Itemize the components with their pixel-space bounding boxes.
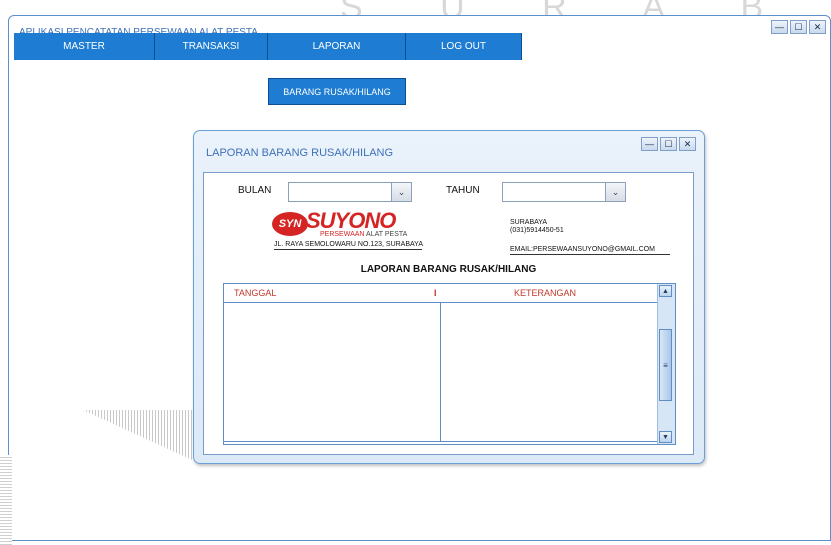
column-header-tanggal[interactable]: TANGGAL: [234, 288, 276, 298]
minimize-icon[interactable]: —: [771, 20, 788, 34]
year-label: TAHUN: [446, 185, 480, 196]
menu-item-transaksi[interactable]: TRANSAKSI: [155, 33, 268, 60]
menu-bar: MASTER TRANSAKSI LAPORAN LOG OUT: [14, 33, 522, 60]
menu-item-laporan[interactable]: LAPORAN: [268, 33, 406, 60]
report-heading: LAPORAN BARANG RUSAK/HILANG: [360, 264, 537, 275]
scroll-up-icon[interactable]: ▲: [659, 285, 672, 297]
menu-item-master[interactable]: MASTER: [14, 33, 155, 60]
tagline-accent: PERSEWAAN: [320, 231, 365, 238]
report-content: BULAN ⌄ TAHUN ⌄ SYN SUYONO PERSEWAAN ALA…: [203, 172, 694, 455]
scroll-down-icon[interactable]: ▼: [659, 431, 672, 443]
report-window-title: LAPORAN BARANG RUSAK/HILANG: [206, 147, 394, 159]
decorative-shadow: [0, 455, 12, 545]
logo-badge: SYN: [272, 212, 308, 236]
company-tagline: PERSEWAAN ALAT PESTA: [320, 231, 407, 238]
report-window-controls: — ☐ ✕: [641, 137, 696, 151]
main-window-controls: — ☐ ✕: [771, 20, 826, 34]
column-separator: I: [434, 288, 437, 298]
month-select[interactable]: ⌄: [288, 182, 412, 202]
close-icon[interactable]: ✕: [809, 20, 826, 34]
report-window: LAPORAN BARANG RUSAK/HILANG — ☐ ✕ BULAN …: [193, 130, 705, 464]
chevron-down-icon[interactable]: ⌄: [391, 183, 411, 201]
tagline-rest: ALAT PESTA: [366, 231, 408, 238]
year-select[interactable]: ⌄: [502, 182, 626, 202]
column-divider: [440, 302, 441, 442]
scrollbar-thumb[interactable]: ≡: [659, 329, 672, 401]
table-header: TANGGAL I KETERANGAN: [224, 284, 658, 303]
minimize-icon[interactable]: —: [641, 137, 658, 151]
report-table[interactable]: TANGGAL I KETERANGAN ▲ ≡ ▼: [223, 283, 676, 445]
maximize-icon[interactable]: ☐: [790, 20, 807, 34]
column-header-keterangan[interactable]: KETERANGAN: [514, 288, 576, 298]
submenu-item-barang-rusak-hilang[interactable]: BARANG RUSAK/HILANG: [268, 78, 406, 105]
company-phone: (031)5914450-51: [510, 227, 564, 234]
maximize-icon[interactable]: ☐: [660, 137, 677, 151]
month-label: BULAN: [238, 185, 272, 196]
close-icon[interactable]: ✕: [679, 137, 696, 151]
company-city: SURABAYA: [510, 219, 548, 226]
company-address: JL. RAYA SEMOLOWARU NO.123, SURABAYA: [274, 241, 423, 250]
company-email: EMAIL:PERSEWAANSUYONO@GMAIL.COM: [510, 246, 670, 255]
chevron-down-icon[interactable]: ⌄: [605, 183, 625, 201]
table-bottom-line: [224, 441, 658, 442]
vertical-scrollbar[interactable]: ▲ ≡ ▼: [657, 284, 675, 444]
company-logo: SYN SUYONO PERSEWAAN ALAT PESTA: [272, 208, 422, 239]
menu-item-logout[interactable]: LOG OUT: [406, 33, 522, 60]
